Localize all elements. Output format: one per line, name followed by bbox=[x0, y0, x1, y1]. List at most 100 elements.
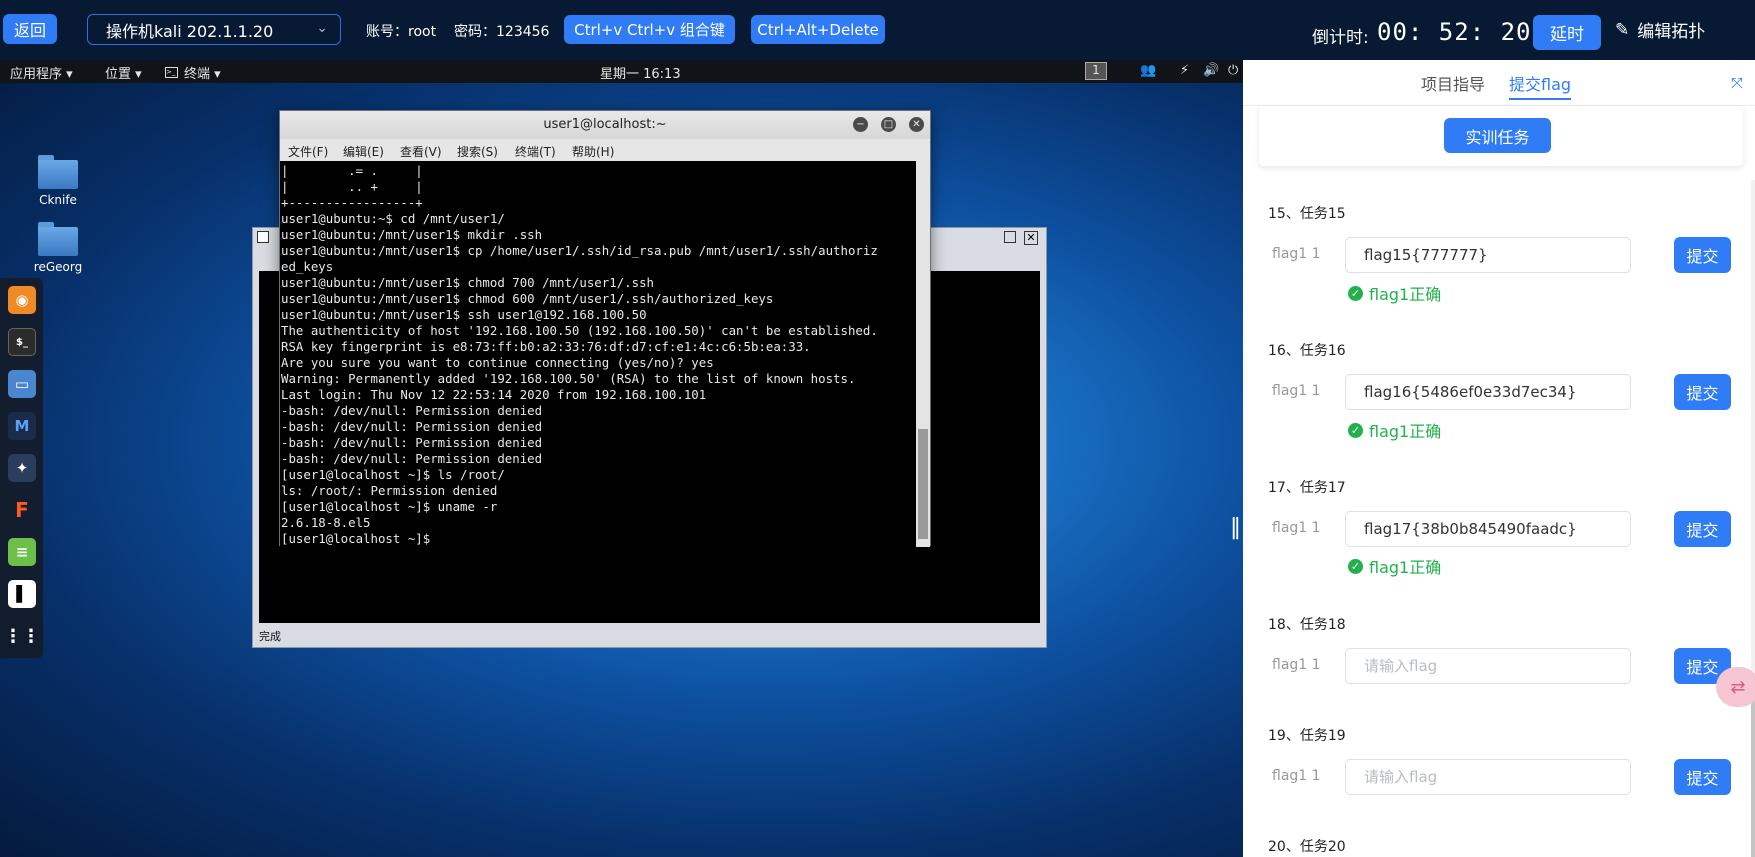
collapse-icon[interactable]: ⤧ bbox=[1731, 74, 1743, 92]
folder-icon bbox=[38, 155, 78, 189]
flag-input[interactable] bbox=[1345, 759, 1631, 795]
paste-combo-button[interactable]: Ctrl+v Ctrl+v 组合键 bbox=[564, 15, 735, 44]
firefox-icon[interactable]: ◉ bbox=[8, 286, 36, 314]
terminal-line: [user1@localhost ~]$ ls /root/ bbox=[281, 467, 505, 482]
desktop-icon-regeorg[interactable]: reGeorg bbox=[23, 222, 93, 274]
task-card: 实训任务 bbox=[1259, 106, 1743, 166]
panel-resize-handle[interactable]: ‖ bbox=[1230, 515, 1241, 540]
terminal-window[interactable]: user1@localhost:~ − □ ✕ 文件(F) 编辑(E) 查看(V… bbox=[279, 110, 931, 547]
check-circle-icon: ✓ bbox=[1348, 285, 1363, 301]
menu-file[interactable]: 文件(F) bbox=[288, 143, 328, 160]
minimize-icon[interactable]: − bbox=[853, 117, 868, 132]
submit-button[interactable]: 提交 bbox=[1674, 237, 1731, 273]
gnome-top-bar: 应用程序 ▾ 位置 ▾ >_ 终端 ▾ 星期一 16:13 1 👥 ⚡ 🔊 ⏻ bbox=[0, 60, 1243, 83]
check-circle-icon: ✓ bbox=[1348, 558, 1363, 574]
edit-topology-button[interactable]: ✎ 编辑拓扑 bbox=[1615, 17, 1706, 43]
terminal-line: user1@ubuntu:~$ cd /mnt/user1/ bbox=[281, 211, 505, 226]
files-icon[interactable]: ▭ bbox=[8, 370, 36, 398]
tab-guide[interactable]: 项目指导 bbox=[1421, 71, 1485, 95]
terminal-line: | .. + | bbox=[281, 179, 423, 194]
flag-status-text: flag1正确 bbox=[1369, 422, 1442, 441]
task-title: 18、任务18 bbox=[1268, 617, 1346, 633]
terminal-line: +-----------------+ bbox=[281, 195, 423, 210]
training-task-button[interactable]: 实训任务 bbox=[1444, 118, 1551, 153]
app-grid-icon[interactable]: ⋮⋮ bbox=[4, 622, 40, 650]
faraday-icon[interactable]: F bbox=[8, 496, 36, 524]
notes-icon[interactable]: ≡ bbox=[8, 538, 36, 566]
extend-time-button[interactable]: 延时 bbox=[1533, 15, 1601, 50]
countdown-value: 00: 52: 20 bbox=[1377, 18, 1532, 46]
flag-field-label: flag1 1 bbox=[1272, 246, 1321, 262]
terminal-line: ed_keys bbox=[281, 259, 334, 274]
submit-button[interactable]: 提交 bbox=[1674, 374, 1731, 410]
close-icon[interactable]: ✕ bbox=[909, 117, 924, 132]
ctrl-alt-delete-button[interactable]: Ctrl+Alt+Delete bbox=[751, 15, 885, 44]
scrollbar-thumb[interactable] bbox=[918, 429, 928, 539]
menu-terminal[interactable]: 终端(T) bbox=[515, 143, 556, 160]
desktop-icon-label: Cknife bbox=[39, 193, 77, 207]
terminal-line: user1@ubuntu:/mnt/user1$ chmod 700 /mnt/… bbox=[281, 275, 654, 290]
translate-icon[interactable]: ⇄ bbox=[1716, 667, 1755, 707]
check-circle-icon: ✓ bbox=[1348, 422, 1363, 438]
terminal-menu-label: 终端 ▾ bbox=[184, 67, 221, 82]
workspace-indicator[interactable]: 1 bbox=[1085, 62, 1107, 80]
terminal-line: user1@ubuntu:/mnt/user1$ ssh user1@192.1… bbox=[281, 307, 647, 322]
metasploit-icon[interactable]: M bbox=[8, 412, 36, 440]
flag-input[interactable] bbox=[1345, 511, 1631, 547]
pencil-icon: ✎ bbox=[1615, 19, 1630, 40]
host-select-value: 操作机kali 202.1.1.20 bbox=[106, 21, 274, 41]
flag-status: ✓ flag1正确 bbox=[1348, 554, 1441, 578]
window-icon[interactable]: ▌ bbox=[8, 580, 36, 608]
close-icon[interactable]: ✕ bbox=[1024, 231, 1038, 245]
task-title: 16、任务16 bbox=[1268, 343, 1346, 359]
terminal-line: Last login: Thu Nov 12 22:53:14 2020 fro… bbox=[281, 387, 707, 402]
menu-view[interactable]: 查看(V) bbox=[400, 143, 442, 160]
terminal-menu[interactable]: >_ 终端 ▾ bbox=[165, 63, 221, 82]
maximize-icon[interactable] bbox=[1004, 231, 1016, 243]
terminal-line: RSA key fingerprint is e8:73:ff:b0:a2:33… bbox=[281, 339, 811, 354]
submit-button[interactable]: 提交 bbox=[1674, 511, 1731, 547]
terminal-line: user1@ubuntu:/mnt/user1$ mkdir .ssh bbox=[281, 227, 543, 242]
terminal-line: [user1@localhost ~]$ bbox=[281, 531, 431, 546]
terminal-scrollbar[interactable] bbox=[916, 161, 930, 547]
applications-menu[interactable]: 应用程序 ▾ bbox=[10, 63, 73, 82]
flag-panel: 项目指导 提交flag ⤧ 实训任务 15、任务15 flag1 1 提交 ✓ … bbox=[1243, 60, 1755, 857]
submit-button[interactable]: 提交 bbox=[1674, 759, 1731, 795]
terminal-output[interactable]: | .= . | | .. + | +-----------------+ us… bbox=[280, 161, 918, 547]
menu-search[interactable]: 搜索(S) bbox=[457, 143, 498, 160]
edit-topology-label: 编辑拓扑 bbox=[1637, 22, 1706, 42]
flag-status: ✓ flag1正确 bbox=[1348, 418, 1441, 442]
flag-input[interactable] bbox=[1345, 648, 1631, 684]
users-icon[interactable]: 👥 bbox=[1140, 63, 1156, 78]
flag-input[interactable] bbox=[1345, 374, 1631, 410]
volume-icon[interactable]: 🔊 bbox=[1203, 63, 1219, 78]
flag-field-label: flag1 1 bbox=[1272, 657, 1321, 673]
flag-field-label: flag1 1 bbox=[1272, 768, 1321, 784]
host-select[interactable]: 操作机kali 202.1.1.20 ⌄ bbox=[87, 14, 341, 45]
network-icon[interactable]: ⚡ bbox=[1180, 63, 1189, 78]
desktop-icon-cknife[interactable]: Cknife bbox=[23, 155, 93, 207]
remote-desktop[interactable]: 应用程序 ▾ 位置 ▾ >_ 终端 ▾ 星期一 16:13 1 👥 ⚡ 🔊 ⏻ … bbox=[0, 60, 1243, 857]
menu-help[interactable]: 帮助(H) bbox=[572, 143, 614, 160]
places-menu[interactable]: 位置 ▾ bbox=[105, 63, 142, 82]
terminal-line: -bash: /dev/null: Permission denied bbox=[281, 451, 543, 466]
terminal-line: | .= . | bbox=[281, 163, 423, 178]
menu-edit[interactable]: 编辑(E) bbox=[343, 143, 384, 160]
terminal-app-icon[interactable]: $_ bbox=[8, 328, 36, 356]
tab-submit-flag[interactable]: 提交flag bbox=[1509, 71, 1572, 100]
chevron-down-icon: ⌄ bbox=[316, 20, 328, 36]
flag-status: ✓ flag1正确 bbox=[1348, 281, 1441, 305]
flag-input[interactable] bbox=[1345, 237, 1631, 273]
flag-status-text: flag1正确 bbox=[1369, 285, 1442, 304]
terminal-line: ls: /root/: Permission denied bbox=[281, 483, 498, 498]
terminal-line: -bash: /dev/null: Permission denied bbox=[281, 419, 543, 434]
window-menu-icon[interactable] bbox=[257, 231, 269, 243]
back-button[interactable]: 返回 bbox=[3, 14, 57, 44]
panel-scrollbar[interactable] bbox=[1751, 180, 1755, 857]
power-icon[interactable]: ⏻ bbox=[1228, 63, 1238, 78]
scrollbar-thumb[interactable] bbox=[1751, 677, 1755, 857]
terminal-menu-bar: 文件(F) 编辑(E) 查看(V) 搜索(S) 终端(T) 帮助(H) bbox=[280, 139, 930, 161]
clock: 星期一 16:13 bbox=[600, 67, 681, 82]
maximize-icon[interactable]: □ bbox=[881, 117, 896, 132]
armitage-icon[interactable]: ✦ bbox=[8, 454, 36, 482]
